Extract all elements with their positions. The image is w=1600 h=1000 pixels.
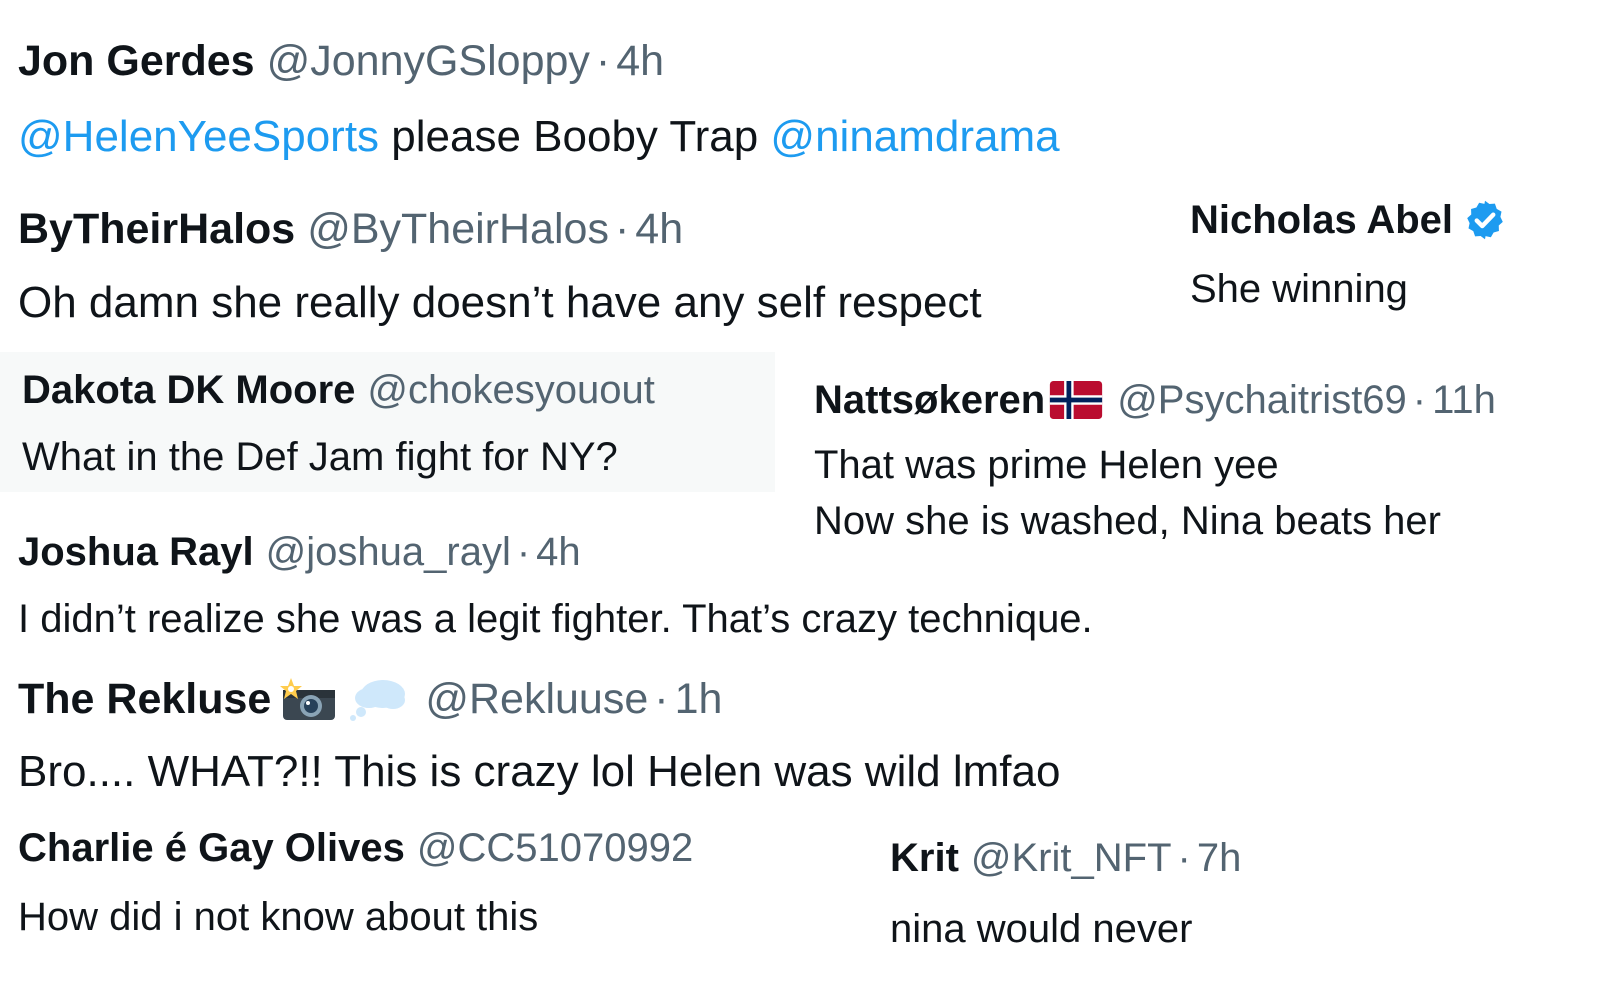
reply-nicholas-abel[interactable]: Nicholas Abel She winning <box>1190 198 1507 314</box>
reply-nattsokeren[interactable]: Nattsøkeren @Psychaitrist69 · 11h That w… <box>814 380 1496 546</box>
reply-jon-gerdes[interactable]: Jon Gerdes @JonnyGSloppy · 4h @HelenYeeS… <box>18 40 1060 164</box>
author-handle[interactable]: @Krit_NFT <box>971 838 1172 878</box>
reply-text-line-1: That was prime Helen yee <box>814 443 1279 487</box>
author-name[interactable]: Dakota DK Moore <box>22 370 355 410</box>
author-name[interactable]: Joshua Rayl <box>18 532 254 572</box>
author-name[interactable]: Charlie é Gay Olives <box>18 828 405 868</box>
reply-text-segment: please Booby Trap <box>379 112 771 161</box>
timestamp[interactable]: 7h <box>1197 838 1242 878</box>
author-handle[interactable]: @chokesyouout <box>367 370 654 410</box>
timestamp[interactable]: 11h <box>1432 380 1496 420</box>
reply-text: I didn’t realize she was a legit fighter… <box>18 597 1093 641</box>
timestamp[interactable]: 4h <box>616 40 664 83</box>
camera-flash-icon <box>280 678 336 720</box>
author-handle[interactable]: @JonnyGSloppy <box>267 40 590 83</box>
author-handle[interactable]: @CC51070992 <box>417 828 693 868</box>
reply-text: Bro.... WHAT?!! This is crazy lol Helen … <box>18 747 1061 796</box>
reply-text: How did i not know about this <box>18 895 539 939</box>
reply-joshua-rayl[interactable]: Joshua Rayl @joshua_rayl · 4h I didn’t r… <box>18 532 1093 644</box>
author-handle[interactable]: @joshua_rayl <box>266 532 511 572</box>
reply-krit[interactable]: Krit @Krit_NFT · 7h nina would never <box>890 838 1241 954</box>
separator-dot: · <box>1177 836 1191 880</box>
author-name[interactable]: The Rekluse <box>18 677 271 721</box>
separator-dot: · <box>516 530 531 574</box>
mention-link[interactable]: @ninamdrama <box>770 112 1059 161</box>
timestamp[interactable]: 4h <box>536 532 581 572</box>
separator-dot: · <box>595 37 611 85</box>
author-handle[interactable]: @Psychaitrist69 <box>1117 380 1407 420</box>
mention-link[interactable]: @HelenYeeSports <box>18 112 379 161</box>
author-name[interactable]: Krit <box>890 838 959 878</box>
thought-bubble-icon <box>350 680 406 721</box>
author-name[interactable]: Jon Gerdes <box>18 40 255 83</box>
reply-dakota-dk-moore[interactable]: Dakota DK Moore @chokesyouout What in th… <box>0 352 775 492</box>
reply-text: nina would never <box>890 907 1193 951</box>
reply-text: @HelenYeeSports please Booby Trap @ninam… <box>18 109 1060 164</box>
verified-badge-icon <box>1467 200 1503 240</box>
norway-flag-icon <box>1050 381 1103 419</box>
reply-text: Oh damn she really doesn’t have any self… <box>18 278 982 327</box>
author-handle[interactable]: @Rekluuse <box>425 677 648 721</box>
reply-text: What in the Def Jam fight for NY? <box>22 435 618 479</box>
author-name[interactable]: ByTheirHalos <box>18 208 295 251</box>
reply-text: She winning <box>1190 267 1408 311</box>
separator-dot: · <box>614 205 630 253</box>
reply-bytheirhalos[interactable]: ByTheirHalos @ByTheirHalos · 4h Oh damn … <box>18 208 982 330</box>
separator-dot: · <box>1412 378 1427 422</box>
reply-the-rekluse[interactable]: The Rekluse @Rekluuse · 1h Bro.... WHAT?… <box>18 676 1060 799</box>
author-handle[interactable]: @ByTheirHalos <box>307 208 609 251</box>
reply-charlie-gay-olives[interactable]: Charlie é Gay Olives @CC51070992 How did… <box>18 828 693 942</box>
timestamp[interactable]: 1h <box>675 677 723 721</box>
timestamp[interactable]: 4h <box>635 208 683 251</box>
author-name[interactable]: Nicholas Abel <box>1190 200 1453 240</box>
author-name[interactable]: Nattsøkeren <box>814 380 1045 420</box>
separator-dot: · <box>654 674 669 723</box>
